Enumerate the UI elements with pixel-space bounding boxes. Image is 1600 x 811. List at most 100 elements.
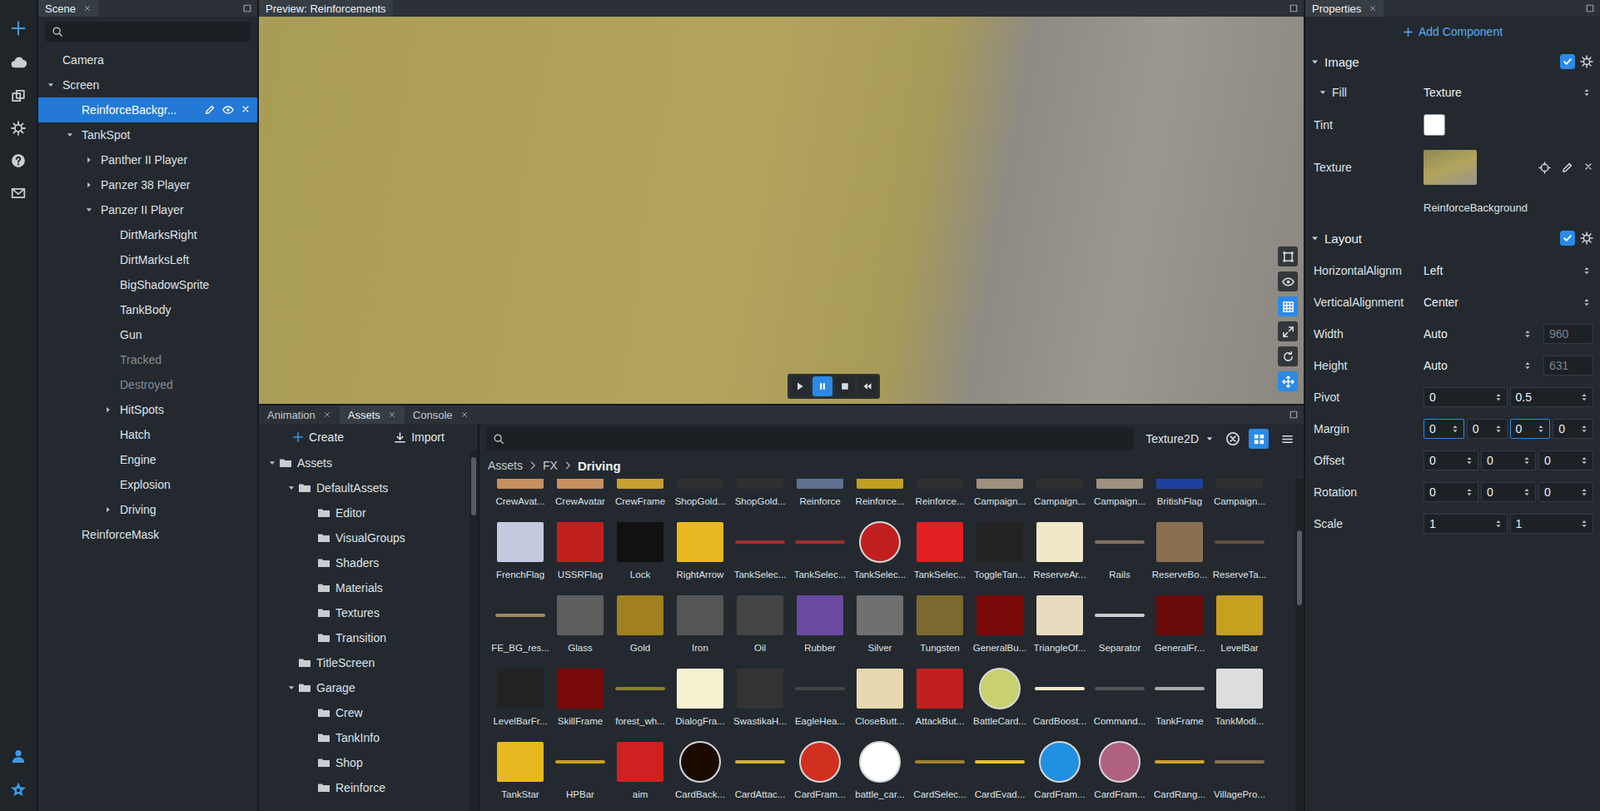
tree-item[interactable]: Engine <box>38 447 258 473</box>
game-view[interactable] <box>258 16 1304 404</box>
view-tool[interactable] <box>1277 296 1298 317</box>
help-icon[interactable] <box>10 153 26 169</box>
asset-item[interactable]: CardEvad... <box>969 731 1030 805</box>
folder-item[interactable]: Crew <box>258 700 470 726</box>
delete-close-icon[interactable] <box>240 104 251 115</box>
scroll-thumb[interactable] <box>471 457 477 516</box>
expanded-arrow-icon[interactable] <box>268 458 277 468</box>
asset-item[interactable]: Gold <box>610 585 671 659</box>
asset-item[interactable]: Tungsten <box>909 585 970 659</box>
asset-item[interactable]: CardFram... <box>1089 731 1150 805</box>
search-input[interactable] <box>509 432 1128 447</box>
scroll-thumb[interactable] <box>1296 530 1302 606</box>
create-button[interactable]: Create <box>292 430 344 444</box>
expanded-arrow-icon[interactable] <box>65 130 75 140</box>
field-value[interactable]: 0 <box>1544 453 1551 468</box>
asset-item[interactable]: TankStar <box>490 731 551 805</box>
tree-item[interactable]: Camera <box>38 47 258 73</box>
tint-swatch[interactable] <box>1423 114 1446 136</box>
asset-item[interactable]: Separator <box>1089 585 1150 659</box>
asset-item[interactable]: CloseButt... <box>849 658 910 732</box>
spinner-arrows-icon[interactable] <box>1521 486 1532 497</box>
asset-item[interactable]: Rubber <box>790 585 850 659</box>
tree-item[interactable]: Gun <box>38 322 258 348</box>
locate-target-icon[interactable] <box>1538 161 1551 174</box>
tree-item[interactable]: BigShadowSprite <box>38 272 258 298</box>
asset-item[interactable]: Iron <box>670 585 731 659</box>
asset-item[interactable]: TankSelec... <box>849 511 910 586</box>
asset-item[interactable]: SwastikaH... <box>730 658 791 732</box>
asset-item[interactable]: LevelBar <box>1209 585 1270 659</box>
playback-button[interactable] <box>834 376 855 397</box>
view-mode-button[interactable] <box>1277 428 1297 449</box>
tree-item[interactable]: Panzer II Player <box>38 197 258 223</box>
asset-item[interactable]: FE_BG_res... <box>490 585 551 659</box>
expanded-arrow-icon[interactable] <box>1310 233 1320 244</box>
number-field[interactable]: 0 <box>1552 418 1594 439</box>
clear-close-icon[interactable] <box>1583 161 1594 172</box>
add-icon[interactable] <box>9 19 27 37</box>
panel-tab[interactable]: Assets <box>339 405 405 424</box>
dropdown-value[interactable]: Center <box>1423 295 1459 309</box>
texture-thumbnail[interactable] <box>1423 149 1477 185</box>
asset-item[interactable]: CrewFrame <box>610 478 671 512</box>
tree-item[interactable]: ReinforceMask <box>38 521 258 547</box>
collapsed-arrow-icon[interactable] <box>104 405 113 414</box>
number-field[interactable]: 0 <box>1423 450 1479 471</box>
tree-item[interactable]: TankBody <box>38 297 258 323</box>
asset-item[interactable]: ToggleTan... <box>969 511 1030 586</box>
view-tool[interactable] <box>1277 321 1298 342</box>
search-input[interactable] <box>68 24 244 40</box>
collapsed-arrow-icon[interactable] <box>84 155 94 164</box>
mail-icon[interactable] <box>10 185 26 201</box>
field-value[interactable]: 1 <box>1515 516 1523 531</box>
number-field[interactable]: 0 <box>1423 387 1508 408</box>
tab-label[interactable]: Scene <box>44 2 76 15</box>
playback-button[interactable] <box>857 376 878 397</box>
asset-search[interactable] <box>486 427 1134 451</box>
field-value[interactable]: 0 <box>1515 422 1523 436</box>
asset-item[interactable]: TankModi... <box>1209 658 1270 732</box>
spinner-arrows-icon[interactable] <box>1579 392 1590 403</box>
asset-item[interactable]: SkillFrame <box>550 658 611 732</box>
view-mode-button[interactable] <box>1248 428 1269 449</box>
visibility-eye-icon[interactable] <box>222 104 234 116</box>
asset-item[interactable]: TankSelec... <box>790 511 850 586</box>
folder-item[interactable]: Shaders <box>258 550 470 576</box>
number-field[interactable]: 0 <box>1538 481 1594 502</box>
asset-item[interactable]: Reinforce... <box>849 478 910 512</box>
spinner-arrows-icon[interactable] <box>1521 455 1532 466</box>
asset-item[interactable]: CrewAvatar <box>550 478 611 512</box>
number-field[interactable]: 0.5 <box>1510 387 1595 408</box>
add-component-label[interactable]: Add Component <box>1418 24 1503 39</box>
component-settings-gear-icon[interactable] <box>1580 54 1594 69</box>
number-field[interactable]: 0 <box>1480 481 1536 502</box>
expanded-arrow-icon[interactable] <box>84 205 94 214</box>
spinner-arrows-icon[interactable] <box>1493 423 1504 434</box>
expander[interactable] <box>265 457 279 469</box>
spinner-arrows-icon[interactable] <box>1464 486 1475 497</box>
field-value[interactable]: 0 <box>1544 485 1551 499</box>
expanded-arrow-icon[interactable] <box>287 683 296 692</box>
windows-icon[interactable] <box>10 88 26 104</box>
filter-value[interactable]: Texture2D <box>1145 432 1199 446</box>
asset-item[interactable]: Lock <box>610 511 671 586</box>
spinner-arrows-icon[interactable] <box>1535 423 1546 434</box>
tab-label[interactable]: Console <box>412 408 453 422</box>
panel-tab[interactable]: Console <box>404 405 478 424</box>
spinner-arrows-icon[interactable] <box>1581 87 1592 98</box>
asset-item[interactable]: Glass <box>550 585 611 659</box>
tab-label[interactable]: Properties <box>1311 2 1362 15</box>
tree-item[interactable]: Explosion <box>38 472 258 497</box>
breadcrumb-item[interactable]: FX <box>542 458 558 473</box>
asset-item[interactable]: GeneralFr... <box>1149 585 1210 659</box>
maximize-icon[interactable] <box>1288 3 1299 14</box>
folder-item[interactable]: TankInfo <box>258 725 470 751</box>
field-value[interactable]: 0 <box>1429 485 1437 499</box>
asset-item[interactable]: RightArrow <box>670 511 731 586</box>
tab-label[interactable]: Animation <box>267 408 316 422</box>
asset-item[interactable]: Command... <box>1089 658 1150 732</box>
number-field[interactable]: 0 <box>1510 418 1551 439</box>
asset-item[interactable]: Reinforce... <box>909 478 970 512</box>
field-value[interactable]: 0 <box>1429 390 1437 404</box>
